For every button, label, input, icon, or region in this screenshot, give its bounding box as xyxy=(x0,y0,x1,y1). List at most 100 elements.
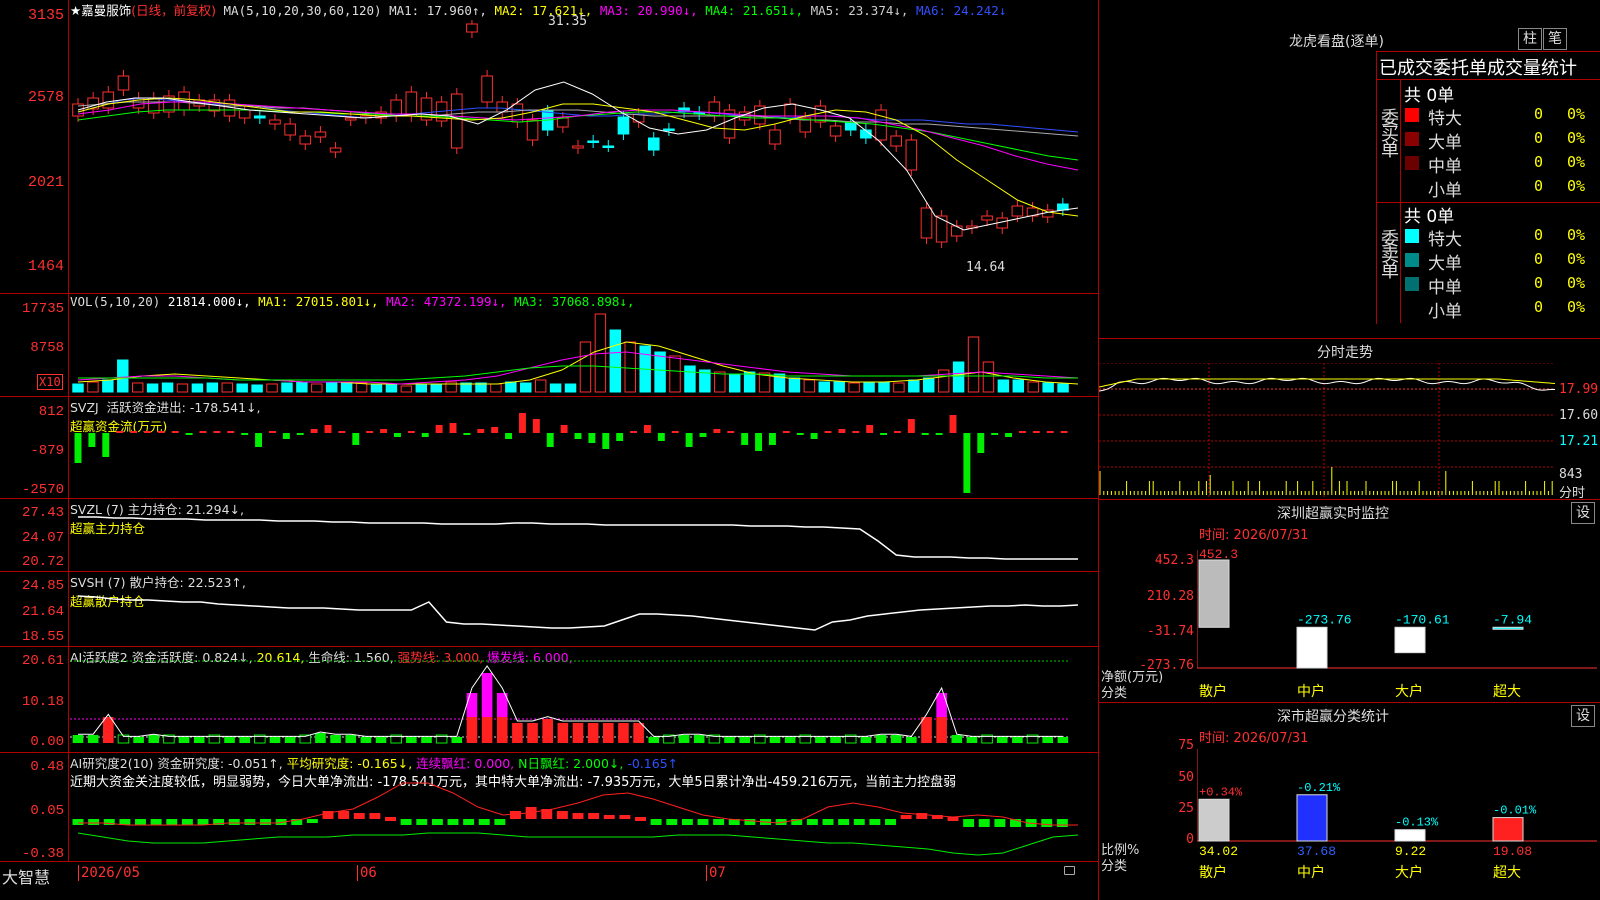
svsh-chart[interactable] xyxy=(70,572,1098,646)
candle xyxy=(238,109,251,119)
research-bar xyxy=(260,819,271,825)
vol-unit-box: X10 xyxy=(37,374,63,390)
svzj-y-label: -2570 xyxy=(21,482,64,498)
volume-bar xyxy=(788,377,801,393)
activity-bar xyxy=(572,723,584,743)
candle xyxy=(314,131,327,138)
activity-bar xyxy=(375,737,387,743)
flow-bar xyxy=(171,431,179,433)
buy-row: 小单 0 0% xyxy=(1403,176,1600,201)
activity-bar xyxy=(72,735,84,743)
candle xyxy=(935,215,948,243)
flow-bar xyxy=(532,419,540,433)
activity-bar xyxy=(269,737,281,743)
volume-bar xyxy=(117,359,129,393)
activity-bar xyxy=(360,737,372,743)
volume-chart[interactable] xyxy=(70,310,1098,396)
svzl-panel[interactable]: 27.43 24.07 20.72 SVZL (7) 主力持仓: 21.294↓… xyxy=(0,499,1098,572)
vol-y-label: 8758 xyxy=(30,340,64,356)
lock-icon[interactable] xyxy=(1064,866,1075,875)
volume-bar xyxy=(505,381,517,393)
volume-panel[interactable]: 17735 8758 X10 VOL(5,10,20) 21814.000↓, … xyxy=(0,294,1098,397)
flow-bar xyxy=(310,429,318,433)
svzl-chart[interactable] xyxy=(70,499,1098,571)
pen-mode-button[interactable]: 笔 xyxy=(1543,28,1567,50)
bar-mode-button[interactable]: 柱 xyxy=(1518,28,1542,50)
volume-bar xyxy=(863,381,875,393)
ai-activity-y-axis: 20.61 10.18 0.00 xyxy=(0,647,69,752)
monitor-chart[interactable]: 452.3 散户 -273.76 中户 -170.61 大户 -7.94 超大 xyxy=(1197,520,1597,700)
flow-bar xyxy=(338,431,346,433)
intraday-panel[interactable]: 分时走势 17.99 17.60 17.21 843 分时 xyxy=(1099,339,1600,501)
research-bar xyxy=(72,819,84,825)
research-bar xyxy=(900,815,912,819)
order-size-label: 特大 xyxy=(1428,109,1462,129)
flow-bar xyxy=(477,429,485,433)
volume-bar xyxy=(1027,381,1039,393)
vol-ma1: MA1: 27015.801↓, xyxy=(258,294,379,309)
activity-bar xyxy=(587,723,599,743)
kline-y-label: 2021 xyxy=(27,174,64,191)
activity-bar xyxy=(921,717,932,743)
flow-bar xyxy=(921,433,929,435)
ai-research-chart[interactable] xyxy=(70,753,1098,861)
buy-section: 委买单 共 0单 特大 0 0% 大单 0 0% 中单 0 0% 小单 0 0% xyxy=(1377,79,1600,203)
volume-bar xyxy=(534,379,547,393)
ai-research-panel[interactable]: 0.48 0.05 -0.38 AI研究度2(10) 资金研究度: -0.051… xyxy=(0,753,1098,862)
ma3-value: MA3: 20.990↓, xyxy=(599,3,698,18)
research-bar xyxy=(619,815,631,819)
vol-header: VOL(5,10,20) 21814.000↓, MA1: 27015.801↓… xyxy=(70,294,635,309)
stock-name[interactable]: ★嘉曼服饰 xyxy=(70,3,131,18)
candle xyxy=(829,125,842,137)
kline-panel[interactable]: 3135 2578 2021 1464 ★嘉曼服饰(日线，前复权) MA(5,1… xyxy=(0,0,1098,294)
candle xyxy=(844,122,857,131)
monitor-panel[interactable]: 深圳超赢实时监控 设 时间: 2026/07/31 452.3 210.28 -… xyxy=(1099,500,1600,703)
order-pct: 0% xyxy=(1567,105,1586,123)
svzj-chart[interactable] xyxy=(70,397,1098,498)
volume-bar xyxy=(146,383,159,393)
activity-bar xyxy=(936,717,947,743)
svzl-y-label: 27.43 xyxy=(21,505,64,521)
ai-activity-y-label: 20.61 xyxy=(21,653,64,669)
bar-value-label: 452.3 xyxy=(1199,547,1238,562)
activity-bar xyxy=(103,717,114,743)
volume-bar xyxy=(326,382,338,393)
intraday-vol-unit: 分时 xyxy=(1559,486,1586,501)
volume-bar xyxy=(878,381,890,393)
classify-chart[interactable]: 34.02 散户 37.68 中户 9.22 大户 19.08 超大 +0.34% -0.21% -… xyxy=(1197,723,1597,900)
longhu-title: 龙虎看盘(逐单) xyxy=(1289,34,1384,50)
svsh-panel[interactable]: 24.85 21.64 18.55 SVSH (7) 散户持仓: 22.523↑… xyxy=(0,572,1098,647)
brand-label[interactable]: 大智慧 xyxy=(2,864,50,888)
activity-bar xyxy=(693,735,705,743)
classify-panel[interactable]: 深市超赢分类统计 设 时间: 2026/07/31 75 50 25 0 比例%… xyxy=(1099,703,1600,900)
order-size-label: 特大 xyxy=(1428,230,1462,250)
flow-bar xyxy=(74,433,82,463)
ai-activity-panel[interactable]: 20.61 10.18 0.00 AI活跃度2 资金活跃度: 0.824↓, 2… xyxy=(0,647,1098,753)
longhu-subtitle: 已成交委托单成交量统计 xyxy=(1379,58,1577,79)
candlestick-chart[interactable] xyxy=(70,20,1098,290)
svzj-panel[interactable]: 812 -879 -2570 SVZJ 活跃资金进出: -178.541↓, 超… xyxy=(0,397,1098,499)
intraday-chart[interactable] xyxy=(1099,363,1557,497)
flow-bar xyxy=(616,433,624,441)
monitor-y-label: 210.28 xyxy=(1147,589,1194,604)
ai-activity-chart[interactable] xyxy=(70,647,1098,752)
research-bar xyxy=(510,811,521,819)
candle xyxy=(329,147,342,153)
candle xyxy=(950,225,963,237)
volume-bar xyxy=(923,377,935,393)
sell-side-label: 委卖单 xyxy=(1378,229,1399,277)
activity-bar xyxy=(603,723,614,743)
order-pct: 0% xyxy=(1567,274,1586,292)
order-size-label: 中单 xyxy=(1428,157,1462,177)
ai-research-y-axis: 0.48 0.05 -0.38 xyxy=(0,753,69,862)
flow-bar xyxy=(657,433,665,441)
research-bar xyxy=(978,819,990,827)
svzl-y-label: 20.72 xyxy=(21,554,64,570)
volume-bar xyxy=(131,382,144,393)
order-size-label: 小单 xyxy=(1428,302,1462,322)
research-bar xyxy=(150,819,162,825)
research-bar xyxy=(478,819,490,825)
kline-mode[interactable]: (日线，前复权) xyxy=(131,3,216,18)
flow-bar xyxy=(296,433,304,435)
volume-bar xyxy=(893,382,905,393)
